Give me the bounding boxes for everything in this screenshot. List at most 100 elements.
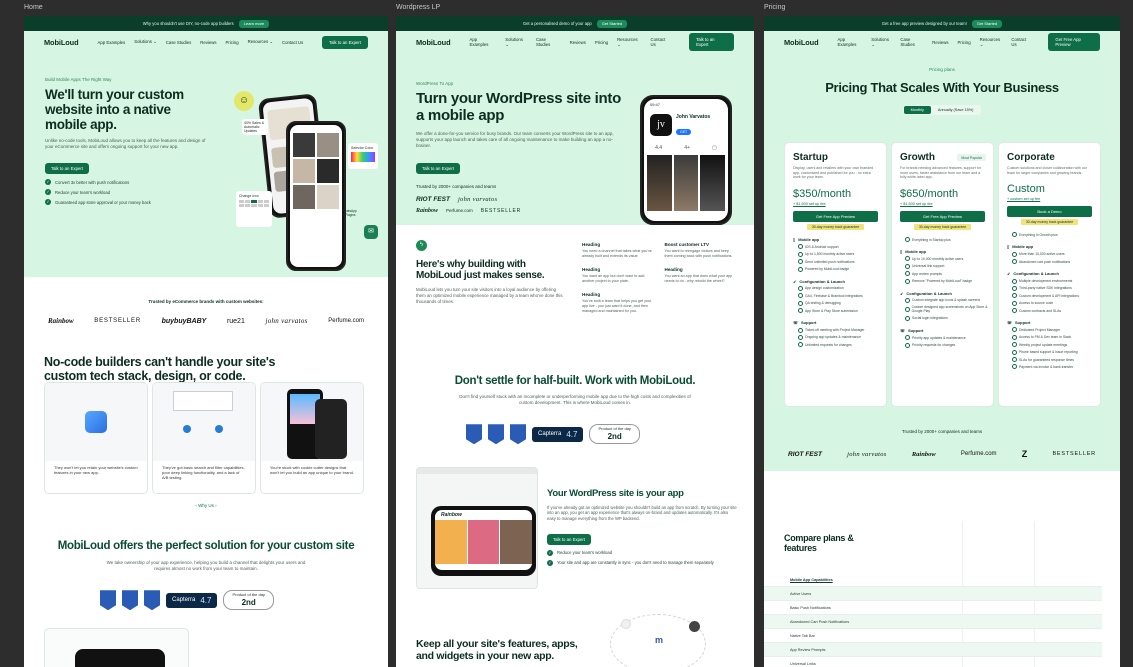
- nav-item-contact[interactable]: Contact Us: [1011, 37, 1030, 47]
- plan-feature: Custom development & API integrations: [1012, 293, 1100, 298]
- plan-feature: Universal link support: [905, 264, 993, 269]
- nav-item-case-studies[interactable]: Case Studies: [900, 37, 923, 47]
- brand-bestseller: BESTSELLER: [1052, 451, 1096, 457]
- nav-item-solutions[interactable]: Solutions ⌄: [871, 37, 891, 48]
- hero-cta-button[interactable]: Talk to an Expert: [45, 163, 90, 175]
- nav-item-pricing[interactable]: Pricing: [958, 40, 971, 45]
- check-icon: ✓: [45, 179, 51, 186]
- book-demo-button[interactable]: Book a Demo: [1007, 206, 1092, 218]
- app-get-button[interactable]: GET: [676, 129, 692, 135]
- nav-item-reviews[interactable]: Reviews: [570, 40, 586, 45]
- g2-badge-icon: [122, 590, 138, 611]
- announcement-text: Why you shouldn't use DIY, no-code app b…: [142, 21, 234, 26]
- check-icon: ✓: [45, 199, 51, 206]
- nav-item-reviews[interactable]: Reviews: [200, 40, 216, 45]
- plan-feature: Phone based support & issue reporting: [1012, 350, 1100, 355]
- plan-feature: More than 10,000 active users: [1012, 252, 1100, 257]
- nav-item-resources[interactable]: Resources ⌄: [980, 37, 1003, 48]
- why-features: Heading You need a channel that takes wha…: [582, 242, 737, 314]
- plan-feature: Remove "Powered by MobiLoud" badge: [905, 279, 993, 284]
- wordpress-frame: Get a personalised demo of your app Get …: [396, 16, 754, 667]
- node-icon: [183, 425, 191, 433]
- plan-section-title: ☏ Support: [900, 327, 924, 333]
- nav-item-case-studies[interactable]: Case Studies: [536, 37, 561, 47]
- why-body: MobiLoud lets you turn your site visitor…: [416, 287, 563, 305]
- compare-row: Basic Push Notifications: [764, 601, 1102, 615]
- g2-badge-icon: [144, 590, 160, 611]
- plan-name: Startup: [793, 152, 828, 163]
- plan-feature: Multiple development environments: [1012, 279, 1100, 284]
- logo[interactable]: MobiLoud: [44, 38, 79, 47]
- smiley-icon: ☺: [234, 91, 254, 111]
- nav-item-case-studies[interactable]: Case Studies: [166, 40, 192, 45]
- why-feature: Heading You've built a team that helps yo…: [582, 291, 652, 313]
- main-nav: MobiLoud App Examples Solutions ⌄ Case S…: [24, 31, 388, 53]
- talk-to-expert-button[interactable]: Talk to an Expert: [689, 33, 734, 51]
- hero-cta-button[interactable]: Talk to an Expert: [416, 162, 461, 174]
- check-item: ✓ Reduce your team's workload: [547, 549, 613, 556]
- plan-section-title: ▯ Mobile app: [1007, 244, 1034, 250]
- capterra-badge: Capterra 4.7: [166, 592, 218, 608]
- rocket-icon: ➶: [793, 278, 797, 284]
- nav-item-app-examples[interactable]: App Examples: [470, 37, 497, 47]
- plan-feature: Custom integrate app icons & splash scre…: [905, 298, 993, 303]
- nav-item-resources[interactable]: Resources ⌄: [248, 39, 273, 45]
- learn-more-button[interactable]: Learn more: [238, 19, 270, 28]
- support-icon: ☏: [900, 327, 906, 333]
- toggle-monthly[interactable]: Monthly: [903, 105, 931, 114]
- hero-trusted: Trusted by 2000+ companies and teams: [416, 183, 497, 189]
- app-age: 4+: [684, 145, 690, 151]
- phone-mockup-front: [286, 121, 346, 271]
- plan-section-title: ➶ Configuration & Launch: [900, 290, 952, 296]
- announcement-text: Get a personalised demo of your app: [522, 21, 592, 26]
- why-feature: Heading You want an app but don't want to…: [582, 266, 645, 283]
- nav-item-solutions[interactable]: Solutions ⌄: [505, 37, 527, 48]
- plan-feature: Ongoing app updates & maintenance: [798, 335, 886, 340]
- nav-item-contact[interactable]: Contact Us: [651, 37, 672, 47]
- nav-item-reviews[interactable]: Reviews: [932, 40, 948, 45]
- frame-label-home: Home: [24, 4, 43, 11]
- pricing-eyebrow: Pricing plans: [929, 67, 955, 72]
- check-icon: ✓: [547, 549, 553, 556]
- your-app-cta-button[interactable]: Talk to an Expert: [547, 533, 592, 545]
- plan-feature: Dedicated Project Manager: [1012, 327, 1100, 332]
- plan-feature: Ticket-off meeting with Project Manager: [798, 328, 886, 333]
- get-started-button[interactable]: Get Started: [971, 19, 1003, 28]
- get-started-button[interactable]: Get Started: [596, 19, 628, 28]
- g2-badge-icon: [466, 424, 482, 445]
- nav-item-solutions[interactable]: Solutions ⌄: [134, 39, 156, 45]
- your-app-body: If you've already got an optimized websi…: [547, 504, 737, 521]
- chat-icon[interactable]: ✉: [364, 225, 378, 239]
- plan-feature: Up to 10,000 monthly active users: [905, 256, 993, 261]
- nocode-title: No-code builders can't handle your site'…: [44, 355, 276, 383]
- nav-item-pricing[interactable]: Pricing: [226, 40, 239, 45]
- nav-item-app-examples[interactable]: App Examples: [98, 40, 126, 45]
- nav-item-app-examples[interactable]: App Examples: [838, 37, 863, 47]
- logo[interactable]: MobiLoud: [416, 38, 451, 47]
- get-free-app-preview-button[interactable]: Get Free App Preview: [1048, 33, 1100, 51]
- nav-item-pricing[interactable]: Pricing: [595, 40, 608, 45]
- dont-settle-title: Don't settle for half-built. Work with M…: [454, 375, 696, 387]
- brand-rainbow: Rainbow: [416, 207, 439, 214]
- plan-cta-button[interactable]: Get Free App Preview: [793, 211, 878, 223]
- talk-to-expert-button[interactable]: Talk to an Expert: [321, 35, 368, 49]
- toggle-annual[interactable]: Annually (Save 15%): [931, 106, 980, 114]
- plan-setup-fee: + $1,500 set up fee: [900, 202, 933, 207]
- why-feature: Heading You need a channel that takes wha…: [582, 242, 652, 258]
- logo[interactable]: MobiLoud: [784, 38, 819, 47]
- brand-john-varvatos: john varvatos: [457, 195, 498, 203]
- brand-riot-fest: RIOT FEST: [416, 195, 450, 203]
- brand-z-logo: Z: [1021, 449, 1028, 459]
- brand-rainbow: Rainbow: [911, 450, 936, 458]
- node-icon: [215, 425, 223, 433]
- why-us-link[interactable]: ‹ Why Us ›: [24, 503, 388, 508]
- why-section: ϟ Here's why building with MobiLoud just…: [416, 240, 566, 305]
- frame-label-wordpress: Wordpress LP: [396, 4, 441, 11]
- nav-item-resources[interactable]: Resources ⌄: [617, 37, 641, 48]
- nav-item-contact[interactable]: Contact Us: [282, 40, 303, 45]
- compare-row: Universal Links: [764, 657, 1102, 667]
- compare-row: Abandoned Cart Push Notifications: [764, 615, 1102, 629]
- plan-price: $350/month: [793, 188, 852, 201]
- plan-cta-button[interactable]: Get Free App Preview: [900, 211, 985, 223]
- brand-perfume: Perfume.com: [446, 207, 473, 213]
